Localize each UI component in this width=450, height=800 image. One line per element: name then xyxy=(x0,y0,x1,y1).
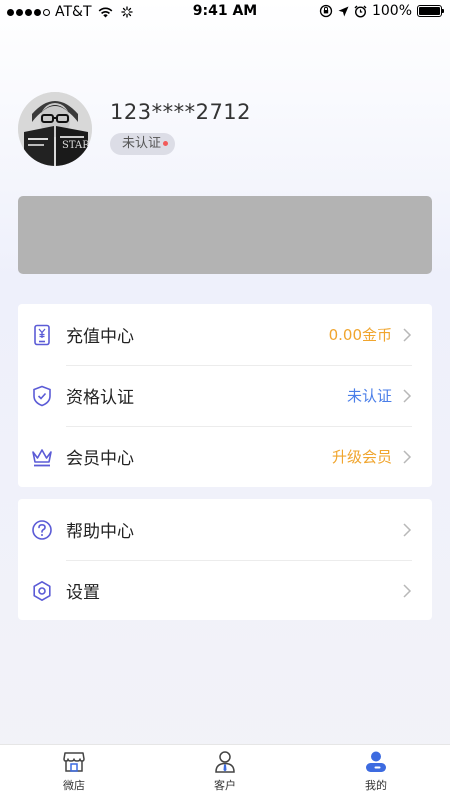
chevron-right-icon xyxy=(403,388,412,403)
status-bar: AT&T 9:41 AM 100% xyxy=(0,0,450,24)
shop-icon xyxy=(63,752,85,772)
status-right: 100% xyxy=(319,3,444,19)
tab-customers[interactable]: 客户 xyxy=(185,749,265,793)
location-arrow-icon xyxy=(338,6,349,16)
menu-label-recharge: 充值中心 xyxy=(66,327,134,347)
tab-label-shop: 微店 xyxy=(63,779,85,792)
menu-label-qualification: 资格认证 xyxy=(66,388,134,408)
alarm-icon xyxy=(354,5,367,18)
shield-check-icon xyxy=(33,385,51,406)
user-phone: 123****2712 xyxy=(110,100,252,124)
settings-icon xyxy=(33,580,51,601)
menu-label-settings: 设置 xyxy=(66,583,100,603)
cert-status-badge[interactable]: 未认证 xyxy=(110,133,176,155)
tab-label-customers: 客户 xyxy=(214,779,236,792)
help-icon xyxy=(32,519,52,540)
tab-shop[interactable]: 微店 xyxy=(34,749,114,793)
battery-percent: 100% xyxy=(371,3,412,19)
tab-me[interactable]: 我的 xyxy=(336,749,416,793)
menu-item-membership[interactable]: 会员中心 升级会员 xyxy=(18,426,432,487)
menu-item-help[interactable]: 帮助中心 xyxy=(18,499,432,560)
chevron-right-icon xyxy=(403,583,412,598)
avatar[interactable]: STAR xyxy=(18,92,92,166)
battery-icon xyxy=(417,5,444,17)
chevron-right-icon xyxy=(403,522,412,537)
crown-icon xyxy=(32,448,52,466)
svg-text:STAR: STAR xyxy=(62,140,90,151)
menu-item-qualification[interactable]: 资格认证 未认证 xyxy=(18,365,432,426)
chevron-right-icon xyxy=(403,449,412,464)
menu-item-settings[interactable]: 设置 xyxy=(18,560,432,621)
cert-status-label: 未认证 xyxy=(122,136,162,151)
rotation-lock-icon xyxy=(319,4,333,18)
person-icon xyxy=(215,751,235,773)
upgrade-membership: 升级会员 xyxy=(331,448,392,466)
menu-label-membership: 会员中心 xyxy=(66,449,134,469)
menu-card-primary: 充值中心 0.00金币 资格认证 未认证 会员中心 升级会员 xyxy=(18,304,432,487)
qualification-status: 未认证 xyxy=(346,387,392,405)
tab-bar: 微店 客户 我的 xyxy=(0,744,450,800)
coin-balance: 0.00金币 xyxy=(328,326,392,344)
menu-item-recharge[interactable]: 充值中心 0.00金币 xyxy=(18,304,432,365)
avatar-photo: STAR xyxy=(18,92,92,166)
banner-placeholder[interactable] xyxy=(18,196,432,274)
tab-label-me: 我的 xyxy=(365,779,387,792)
menu-label-help: 帮助中心 xyxy=(66,522,134,542)
chevron-right-icon xyxy=(403,327,412,342)
wallet-phone-icon xyxy=(34,324,50,345)
notification-dot xyxy=(163,141,169,146)
menu-card-secondary: 帮助中心 设置 xyxy=(18,499,432,620)
me-icon xyxy=(366,751,386,772)
